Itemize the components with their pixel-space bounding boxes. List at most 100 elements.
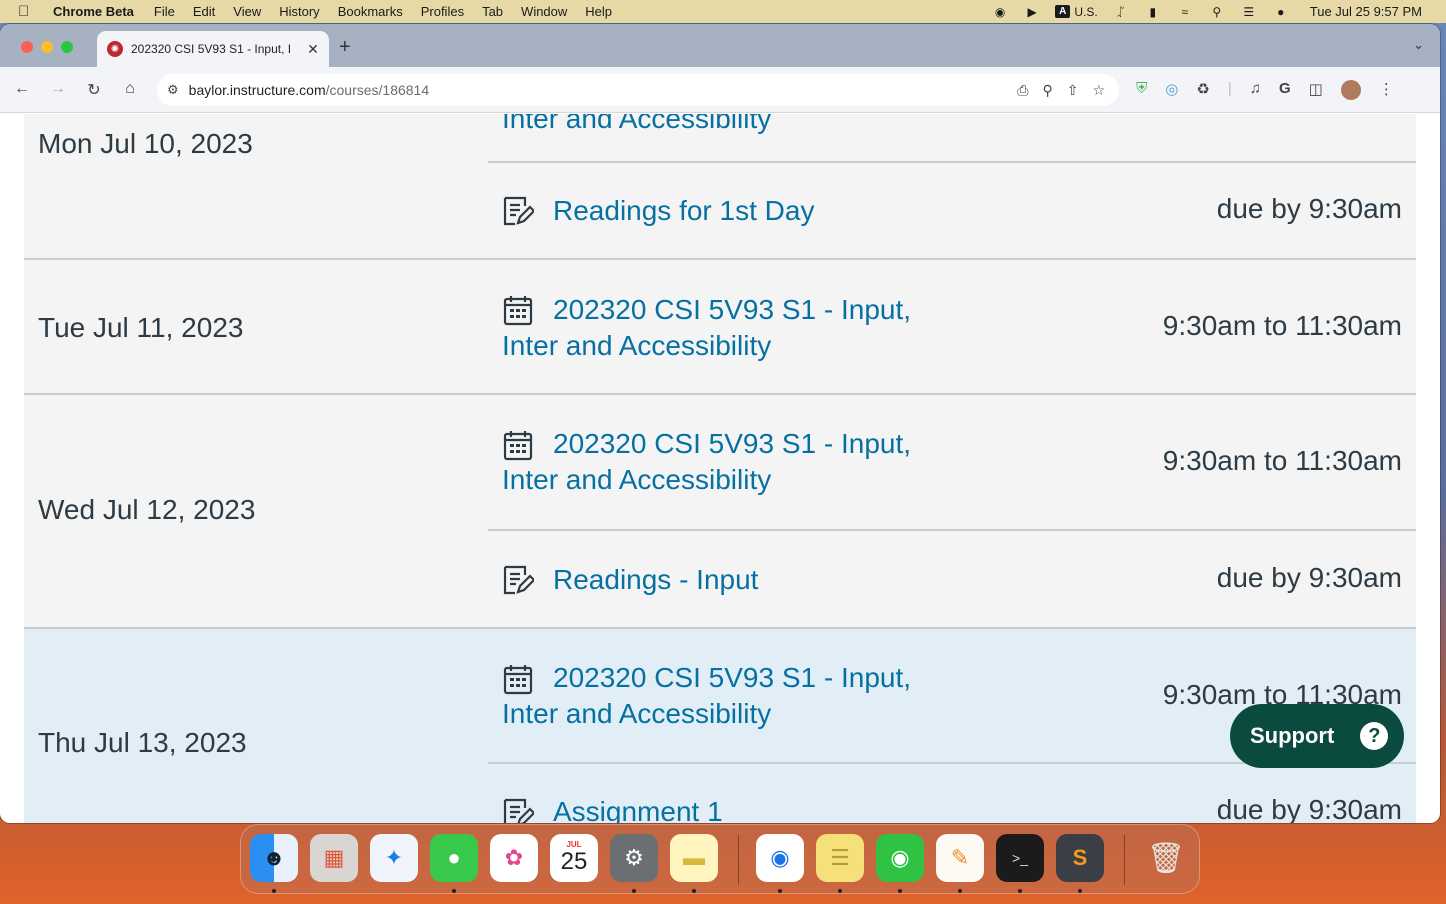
event-time: due by 9:30am (1216, 193, 1402, 224)
event-time: due by 9:30am (1216, 794, 1402, 823)
running-indicator (452, 889, 456, 893)
apple-menu-icon[interactable]:  (18, 3, 36, 20)
dock-finder-icon[interactable]: ☻ (250, 834, 298, 882)
event-link[interactable]: Readings for 1st Day (502, 193, 932, 229)
bluetooth-icon[interactable]: ᛢ (1112, 5, 1130, 19)
event-link[interactable]: 202320 CSI 5V93 S1 - Input, Inter and Ac… (502, 426, 932, 498)
dock-calendar-icon[interactable]: JUL 25 (550, 834, 598, 882)
running-indicator (958, 889, 962, 893)
tab-close-icon[interactable]: ✕ (303, 41, 323, 58)
menu-help[interactable]: Help (585, 4, 612, 19)
dock-sublime-text-icon[interactable]: S (1056, 834, 1104, 882)
address-bar[interactable]: ⚙ baylor.instructure.com /courses/186814… (157, 74, 1119, 106)
menu-edit[interactable]: Edit (193, 4, 215, 19)
dock-photos-icon[interactable]: ✿ (490, 834, 538, 882)
new-tab-button[interactable]: + (339, 36, 351, 59)
dock-launchpad-icon[interactable]: ▦ (310, 834, 358, 882)
battery-icon[interactable]: ▮ (1144, 5, 1162, 19)
minimize-window-button[interactable] (41, 41, 53, 53)
extensions-puzzle-icon[interactable]: ♻ (1196, 80, 1209, 100)
menu-window[interactable]: Window (521, 4, 567, 19)
dock-messages-icon[interactable]: ● (430, 834, 478, 882)
agenda-date: Tue Jul 11, 2023 (38, 312, 244, 343)
toolbar-divider: | (1227, 80, 1232, 97)
running-indicator (692, 889, 696, 893)
event-link[interactable]: Assignment 1 (502, 794, 932, 823)
dock-trash-icon[interactable]: 🗑 (1142, 834, 1190, 882)
running-indicator (632, 889, 636, 893)
event-link[interactable]: Readings - Input (502, 562, 932, 598)
menu-bar:  Chrome Beta File Edit View History Boo… (0, 0, 1446, 23)
control-center-icon[interactable]: ☰ (1240, 5, 1258, 19)
event-link[interactable]: Inter and Accessibility (502, 114, 932, 137)
dock-system-settings-icon[interactable]: ⚙ (610, 834, 658, 882)
menu-view[interactable]: View (233, 4, 261, 19)
agenda-date: Wed Jul 12, 2023 (38, 494, 256, 525)
dock-terminal-icon[interactable]: >_ (996, 834, 1044, 882)
dock-stickies-icon[interactable]: ☰ (816, 834, 864, 882)
input-source-icon[interactable]: A U.S. (1055, 5, 1098, 19)
running-indicator (272, 889, 276, 893)
dock-divider (1124, 835, 1125, 885)
menu-file[interactable]: File (154, 4, 175, 19)
dock-notes-icon[interactable]: ▬ (670, 834, 718, 882)
running-indicator (1078, 889, 1082, 893)
calendar-day: 25 (560, 848, 588, 875)
reload-button[interactable]: ↻ (84, 80, 104, 100)
agenda-day: Thu Jul 13, 2023 202320 CSI 5V93 S1 - In… (24, 629, 1416, 823)
browser-window: ✺ 202320 CSI 5V93 S1 - Input, I ✕ + ⌄ ← … (0, 24, 1440, 823)
event-link[interactable]: 202320 CSI 5V93 S1 - Input, Inter and Ac… (502, 660, 932, 732)
dock-wechat-icon[interactable]: ◉ (876, 834, 924, 882)
back-button[interactable]: ← (12, 80, 32, 98)
agenda-event: Assignment 1 due by 9:30am (488, 762, 1416, 823)
wifi-icon[interactable]: ≈ (1176, 5, 1194, 19)
canvas-favicon-icon: ✺ (107, 41, 123, 57)
menu-profiles[interactable]: Profiles (421, 4, 464, 19)
support-button[interactable]: Support ? (1230, 704, 1404, 768)
tab-search-chevron-icon[interactable]: ⌄ (1413, 37, 1424, 53)
dock-pages-icon[interactable]: ✎ (936, 834, 984, 882)
shield-extension-icon[interactable]: ⛨ (1136, 80, 1147, 100)
media-controls-icon[interactable]: ♫ (1250, 80, 1261, 100)
menu-app-name[interactable]: Chrome Beta (53, 4, 134, 19)
dock-safari-icon[interactable]: ✦ (370, 834, 418, 882)
menu-tab[interactable]: Tab (482, 4, 503, 19)
grammarly-icon[interactable]: G (1279, 80, 1291, 100)
menu-history[interactable]: History (279, 4, 319, 19)
site-settings-icon[interactable]: ⚙ (167, 82, 179, 98)
keyboard-badge: A (1055, 5, 1071, 18)
siri-icon[interactable]: ● (1272, 5, 1290, 19)
home-button[interactable]: ⌂ (120, 80, 140, 98)
side-panel-icon[interactable]: ◫ (1309, 80, 1323, 100)
chrome-menu-icon[interactable]: ⋮ (1379, 80, 1394, 100)
menubar-clock[interactable]: Tue Jul 25 9:57 PM (1310, 4, 1422, 19)
bookmark-star-icon[interactable]: ☆ (1092, 82, 1105, 99)
share-icon[interactable]: ⇧ (1067, 82, 1079, 99)
agenda-event: 202320 CSI 5V93 S1 - Input, Inter and Ac… (488, 260, 1416, 393)
agenda-event: Readings for 1st Day due by 9:30am (488, 161, 1416, 258)
agenda-day: Tue Jul 11, 2023 202320 CSI 5V93 S1 - In… (24, 260, 1416, 395)
event-time: 9:30am to 11:30am (1162, 445, 1402, 476)
install-app-icon[interactable]: ⎙ (1017, 82, 1028, 99)
profile-avatar[interactable] (1340, 80, 1361, 100)
circle-extension-icon[interactable]: ◎ (1165, 80, 1178, 100)
spotlight-search-icon[interactable]: ⚲ (1208, 5, 1226, 19)
zoom-window-button[interactable] (61, 41, 73, 53)
tab-active[interactable]: ✺ 202320 CSI 5V93 S1 - Input, I ✕ (97, 31, 329, 67)
event-link[interactable]: 202320 CSI 5V93 S1 - Input, Inter and Ac… (502, 292, 932, 364)
menu-bookmarks[interactable]: Bookmarks (338, 4, 403, 19)
agenda-event: Readings - Input due by 9:30am (488, 529, 1416, 627)
play-status-icon[interactable]: ▶ (1023, 5, 1041, 19)
zoom-icon[interactable]: ⚲ (1042, 82, 1052, 99)
forward-button[interactable]: → (48, 80, 68, 98)
event-time: 9:30am to 11:30am (1162, 310, 1402, 341)
agenda-date: Thu Jul 13, 2023 (38, 727, 247, 758)
url-path: /courses/186814 (325, 82, 430, 98)
dock-chrome-beta-icon[interactable]: ◉ (756, 834, 804, 882)
wechat-status-icon[interactable]: ◉ (991, 5, 1009, 19)
close-window-button[interactable] (21, 41, 33, 53)
tab-strip: ✺ 202320 CSI 5V93 S1 - Input, I ✕ + ⌄ (0, 24, 1440, 67)
dock: ☻ ▦ ✦ ● ✿ JUL 25 ⚙ ▬ ◉ ☰ ◉ ✎ >_ S 🗑 (240, 824, 1200, 894)
agenda-event: 202320 CSI 5V93 S1 - Input, Inter and Ac… (488, 395, 1416, 529)
support-label: Support (1250, 723, 1335, 748)
